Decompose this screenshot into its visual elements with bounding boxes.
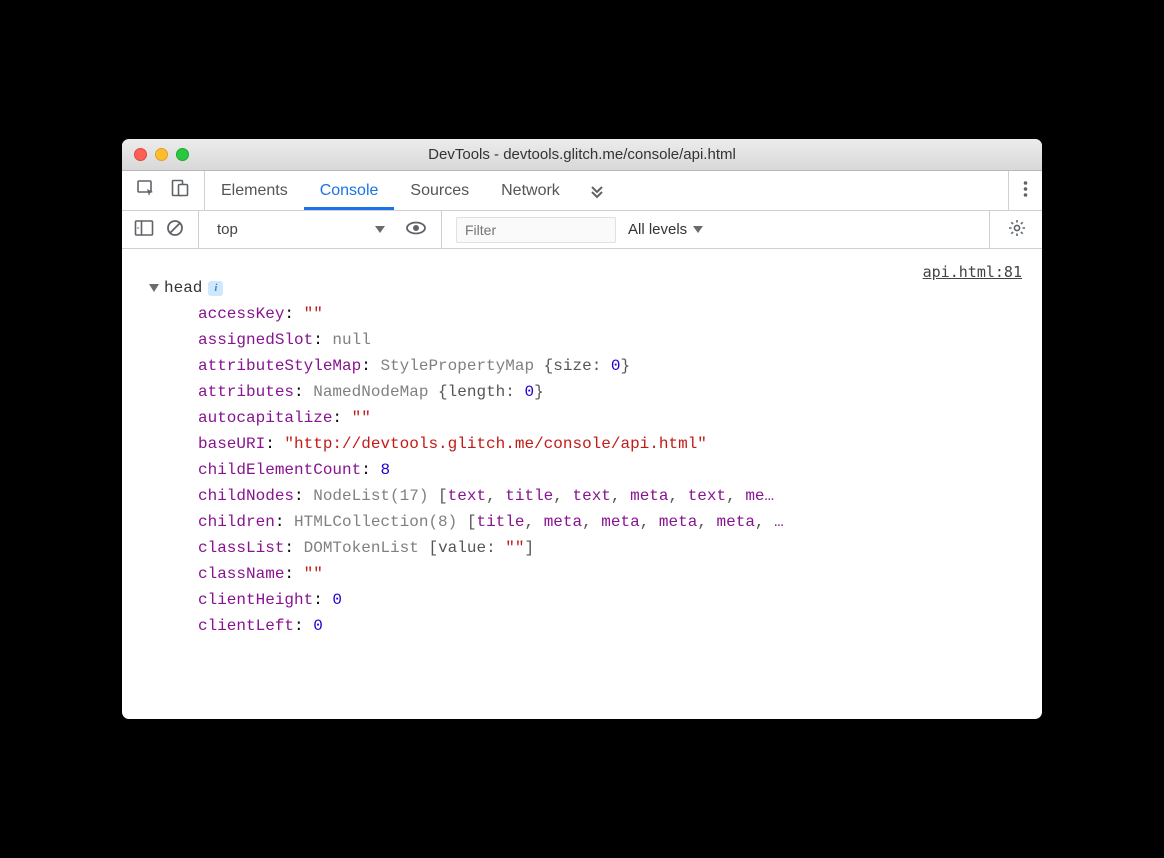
object-label: head [164,275,202,301]
prop-classList[interactable]: classList: DOMTokenList [ value: "" ] [198,535,1024,561]
object-header[interactable]: head i [150,275,1024,301]
context-value: top [217,221,238,238]
prop-attributeStyleMap[interactable]: attributeStyleMap: StylePropertyMap { si… [198,353,1024,379]
titlebar: DevTools - devtools.glitch.me/console/ap… [122,139,1042,171]
main-toolbar: Elements Console Sources Network [122,171,1042,211]
tab-network[interactable]: Network [485,171,576,210]
prop-childNodes[interactable]: childNodes: NodeList(17) [ text, title, … [198,483,1024,509]
tab-console[interactable]: Console [304,171,395,210]
console-sidebar-toggle-icon[interactable] [134,219,154,241]
prop-baseURI[interactable]: baseURI: "http://devtools.glitch.me/cons… [198,431,1024,457]
console-output: api.html:81 head i accessKey: "" assigne… [122,249,1042,719]
chevron-down-icon [693,226,703,233]
prop-clientLeft[interactable]: clientLeft: 0 [198,613,1024,639]
more-tabs-button[interactable] [576,171,618,210]
live-expression-icon[interactable] [405,220,427,240]
device-toolbar-icon[interactable] [170,178,190,203]
prop-accessKey[interactable]: accessKey: "" [198,301,1024,327]
kebab-menu-button[interactable] [1009,180,1042,201]
zoom-window-button[interactable] [176,148,189,161]
prop-assignedSlot[interactable]: assignedSlot: null [198,327,1024,353]
devtools-window: DevTools - devtools.glitch.me/console/ap… [122,139,1042,719]
window-title: DevTools - devtools.glitch.me/console/ap… [122,146,1042,163]
disclosure-triangle-icon[interactable] [149,284,159,292]
prop-attributes[interactable]: attributes: NamedNodeMap { length: 0 } [198,379,1024,405]
tab-sources[interactable]: Sources [394,171,485,210]
levels-label: All levels [628,221,687,238]
traffic-lights [134,148,189,161]
prop-className[interactable]: className: "" [198,561,1024,587]
chevron-down-icon [375,226,385,233]
source-link[interactable]: api.html:81 [923,259,1022,285]
prop-clientHeight[interactable]: clientHeight: 0 [198,587,1024,613]
info-icon[interactable]: i [208,281,223,296]
prop-autocapitalize[interactable]: autocapitalize: "" [198,405,1024,431]
tab-elements[interactable]: Elements [205,171,304,210]
close-window-button[interactable] [134,148,147,161]
execution-context-select[interactable]: top [213,219,393,240]
filter-input[interactable] [456,217,616,243]
inspect-element-icon[interactable] [136,178,156,203]
minimize-window-button[interactable] [155,148,168,161]
prop-children[interactable]: children: HTMLCollection(8) [ title, met… [198,509,1024,535]
console-settings-icon[interactable] [1004,219,1030,241]
prop-childElementCount[interactable]: childElementCount: 8 [198,457,1024,483]
property-list: accessKey: "" assignedSlot: null attribu… [198,301,1024,639]
log-levels-select[interactable]: All levels [628,221,703,238]
clear-console-icon[interactable] [166,219,184,241]
console-toolbar: top All levels [122,211,1042,249]
